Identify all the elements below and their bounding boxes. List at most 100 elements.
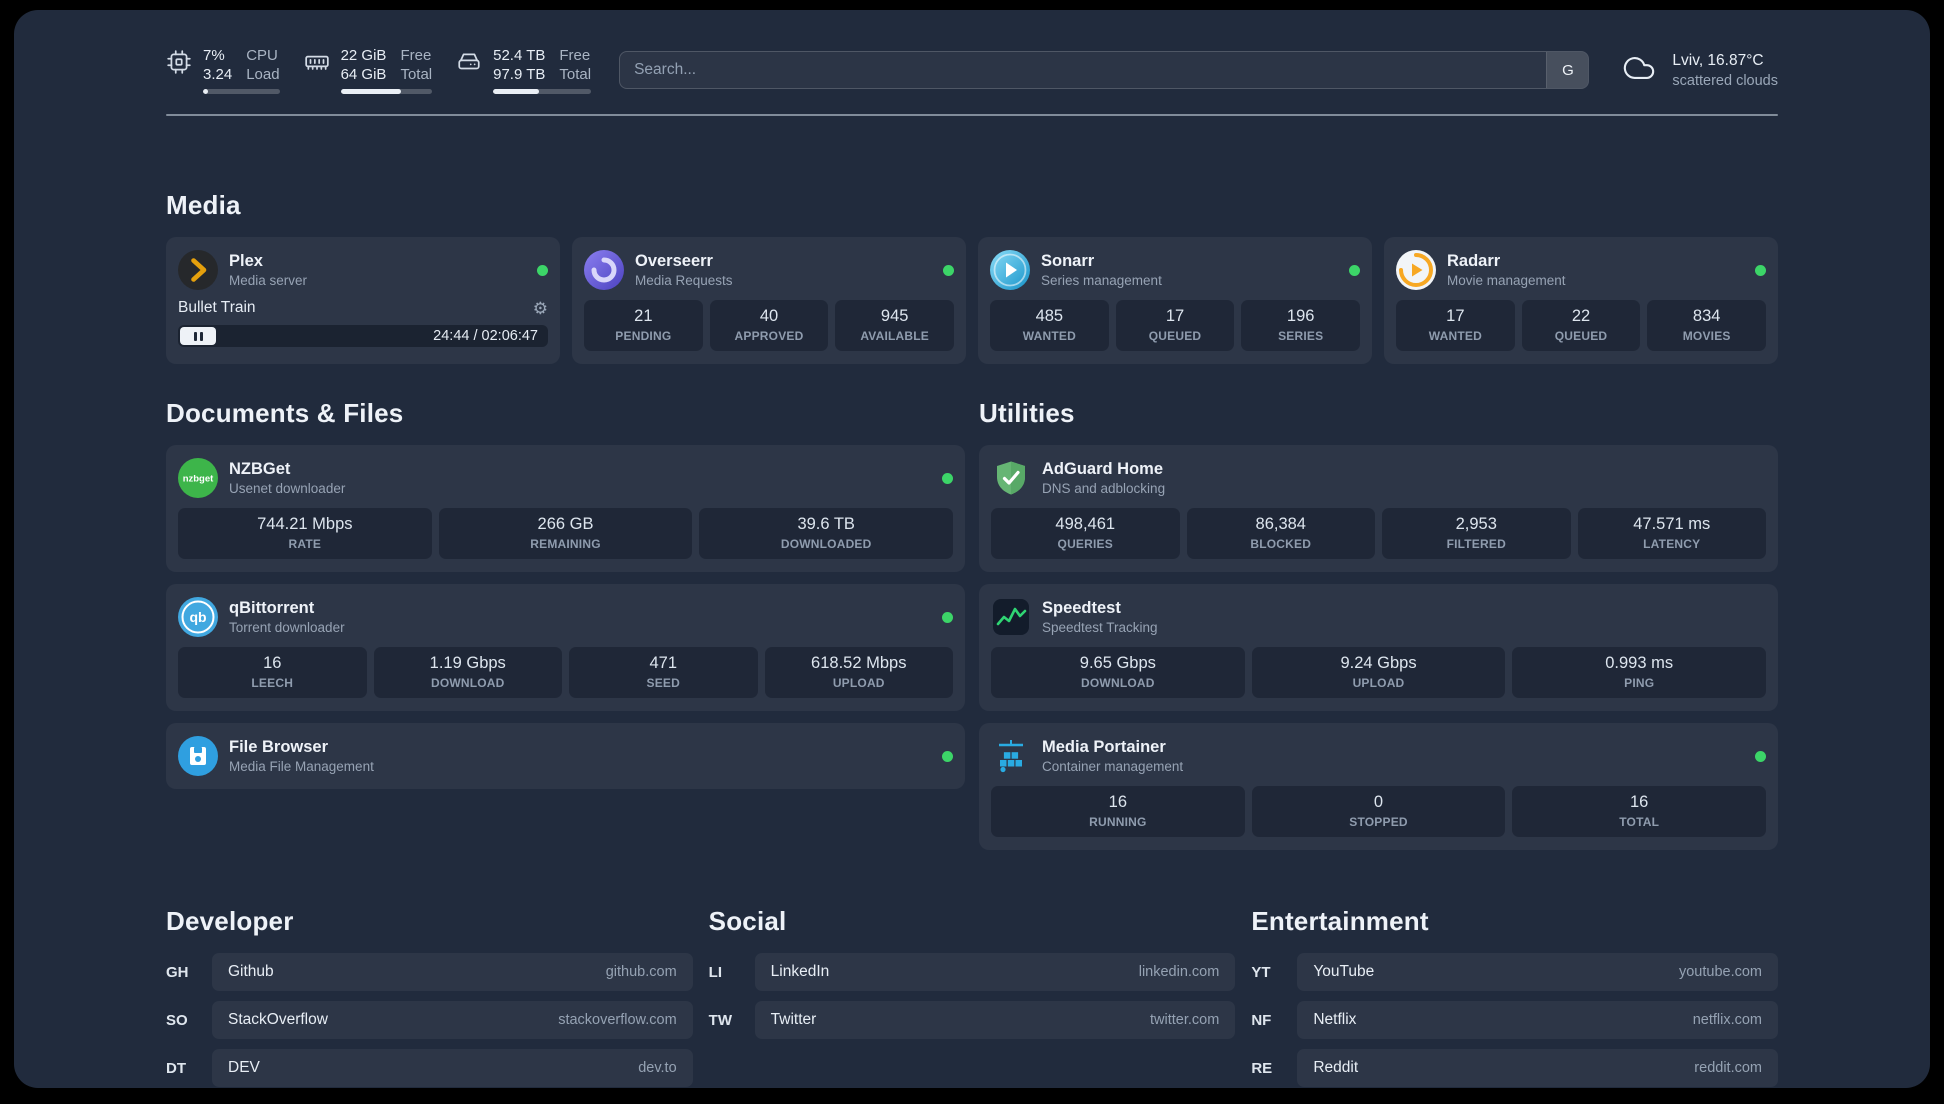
section-title-utilities: Utilities <box>979 398 1075 429</box>
section-documents: Documents & Files nzbget NZBGet Usenet d… <box>166 398 965 790</box>
disk-total-value: 97.9 TB <box>493 66 546 84</box>
bookmark-url: reddit.com <box>1694 1060 1762 1077</box>
section-social: Social LI LinkedIn linkedin.com TW Twitt… <box>708 906 1236 1040</box>
memory-usage-bar <box>340 89 433 95</box>
service-card-plex[interactable]: Plex Media server Bullet Train ⚙ 24:44 /… <box>166 237 560 365</box>
stat-tile: 498,461 QUERIES <box>991 508 1180 560</box>
stat-tile: 0.993 ms PING <box>1512 647 1767 699</box>
section-title-social: Social <box>708 906 787 937</box>
bookmark-dev[interactable]: DT DEV dev.to <box>166 1049 693 1088</box>
bookmark-url: github.com <box>605 964 677 981</box>
cpu-label-2: Load <box>246 66 280 84</box>
stat-tile: 266 GB REMAINING <box>438 508 693 560</box>
bookmark-name: YouTube <box>1313 963 1375 981</box>
bookmark-linkedin[interactable]: LI LinkedIn linkedin.com <box>708 953 1236 992</box>
ram-icon <box>304 49 330 75</box>
stat-tile: 21 PENDING <box>584 300 703 352</box>
hard-drive-icon <box>456 49 482 75</box>
service-description: Media File Management <box>229 759 374 775</box>
section-title-entertainment: Entertainment <box>1251 906 1429 937</box>
bookmark-abbr: NF <box>1251 1011 1272 1029</box>
svg-text:qb: qb <box>189 609 206 625</box>
service-card-sonarr[interactable]: Sonarr Series management 485 WANTED 17 Q… <box>978 237 1372 365</box>
disk-free-value: 52.4 TB <box>493 47 546 64</box>
service-name: Plex <box>229 252 263 271</box>
stat-tile: 47.571 ms LATENCY <box>1577 508 1766 560</box>
status-dot-online <box>942 472 953 484</box>
service-card-filebrowser[interactable]: File Browser Media File Management <box>166 723 965 790</box>
bookmark-reddit[interactable]: RE Reddit reddit.com <box>1251 1049 1778 1088</box>
section-developer: Developer GH Github github.com SO StackO… <box>166 906 693 1088</box>
dashboard: 7% 3.24 CPU Load 22 GiB 64 GiB Free Tota… <box>14 10 1930 1088</box>
service-card-speedtest[interactable]: Speedtest Speedtest Tracking 9.65 Gbps D… <box>979 584 1778 712</box>
section-entertainment: Entertainment YT YouTube youtube.com NF … <box>1251 906 1778 1088</box>
cpu-percent: 7% <box>203 47 225 64</box>
disk-label-1: Free <box>559 47 591 64</box>
disk-usage-bar <box>493 89 592 95</box>
stat-tile: 17 WANTED <box>1396 300 1515 352</box>
bookmark-abbr: SO <box>166 1011 188 1029</box>
service-description: DNS and adblocking <box>1042 481 1166 497</box>
gear-icon[interactable]: ⚙ <box>533 300 548 317</box>
stat-tile: 485 WANTED <box>990 300 1109 352</box>
cpu-label-1: CPU <box>246 47 278 64</box>
plex-icon <box>178 250 218 291</box>
qbittorrent-icon: qb <box>178 597 218 638</box>
search-provider-button[interactable]: G <box>1546 52 1589 89</box>
status-dot-online <box>943 264 954 276</box>
pause-button[interactable] <box>180 327 216 346</box>
stat-tile: 744.21 Mbps RATE <box>178 508 432 560</box>
section-title-documents: Documents & Files <box>166 398 404 429</box>
weather-widget: Lviv, 16.87°C scattered clouds <box>1619 51 1778 90</box>
service-card-adguard[interactable]: AdGuard Home DNS and adblocking 498,461 … <box>979 445 1778 573</box>
disk-widget: 52.4 TB 97.9 TB Free Total <box>456 46 592 95</box>
radarr-icon <box>1396 250 1436 291</box>
bookmark-abbr: LI <box>708 963 722 981</box>
service-card-overseerr[interactable]: Overseerr Media Requests 21 PENDING 40 A… <box>572 237 966 365</box>
bookmark-twitter[interactable]: TW Twitter twitter.com <box>708 1001 1236 1040</box>
bookmark-name: LinkedIn <box>770 963 830 981</box>
bookmark-abbr: TW <box>708 1011 732 1029</box>
service-description: Torrent downloader <box>229 620 345 636</box>
service-card-qbittorrent[interactable]: qb qBittorrent Torrent downloader 16 LEE… <box>166 584 965 712</box>
playback-progress-bar[interactable]: 24:44 / 02:06:47 <box>178 325 548 348</box>
search-input[interactable] <box>620 52 1547 89</box>
service-card-portainer[interactable]: Media Portainer Container management 16 … <box>979 723 1778 851</box>
stat-tile: 40 APPROVED <box>709 300 829 352</box>
sonarr-icon <box>990 250 1030 291</box>
service-name: qBittorrent <box>229 599 315 618</box>
service-name: AdGuard Home <box>1042 460 1164 479</box>
bookmark-url: linkedin.com <box>1138 964 1220 981</box>
service-description: Media Requests <box>635 273 733 289</box>
bookmark-youtube[interactable]: YT YouTube youtube.com <box>1251 953 1778 992</box>
bookmark-stackoverflow[interactable]: SO StackOverflow stackoverflow.com <box>166 1001 693 1040</box>
memory-total-value: 64 GiB <box>340 66 387 84</box>
stat-tile: 86,384 BLOCKED <box>1186 508 1375 560</box>
stat-tile: 1.19 Gbps DOWNLOAD <box>373 647 562 699</box>
cpu-widget: 7% 3.24 CPU Load <box>166 46 280 95</box>
bookmark-netflix[interactable]: NF Netflix netflix.com <box>1251 1001 1778 1040</box>
status-dot-online <box>942 611 953 623</box>
status-dot-online <box>537 264 548 276</box>
memory-label-1: Free <box>400 47 432 64</box>
service-name: NZBGet <box>229 460 291 479</box>
stat-tile: 16 TOTAL <box>1512 786 1767 838</box>
bookmark-github[interactable]: GH Github github.com <box>166 953 693 992</box>
search-bar: G <box>619 51 1590 90</box>
stat-tile: 945 AVAILABLE <box>835 300 955 352</box>
service-name: Speedtest <box>1042 599 1121 618</box>
bookmark-url: stackoverflow.com <box>558 1012 677 1029</box>
cpu-usage-bar <box>203 89 280 95</box>
service-card-radarr[interactable]: Radarr Movie management 17 WANTED 22 QUE… <box>1384 237 1778 365</box>
nzbget-icon: nzbget <box>178 458 218 499</box>
cloud-icon <box>1619 51 1659 90</box>
stat-tile: 16 LEECH <box>178 647 367 699</box>
stat-tile: 16 RUNNING <box>991 786 1245 838</box>
status-dot-online <box>1755 750 1766 762</box>
service-description: Speedtest Tracking <box>1042 620 1158 636</box>
service-card-nzbget[interactable]: nzbget NZBGet Usenet downloader 744.21 M… <box>166 445 965 573</box>
top-bar: 7% 3.24 CPU Load 22 GiB 64 GiB Free Tota… <box>166 46 1778 95</box>
stat-tile: 618.52 Mbps UPLOAD <box>764 647 953 699</box>
disk-label-2: Total <box>559 66 592 84</box>
service-name: Sonarr <box>1041 252 1095 271</box>
